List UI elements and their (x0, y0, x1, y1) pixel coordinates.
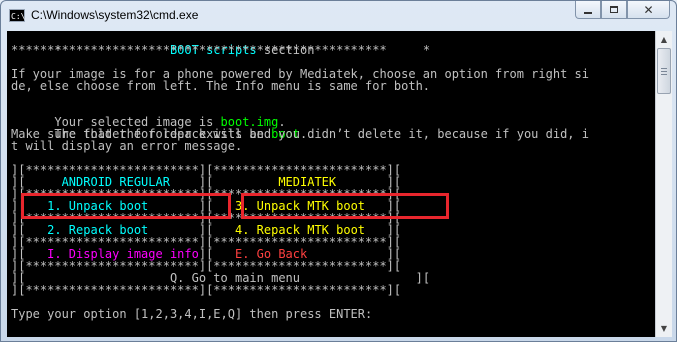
selected-image-line: Your selected image is boot.img. (11, 104, 285, 128)
warning-line-2: t will display an error message. (11, 139, 243, 153)
close-icon: ✕ (643, 2, 654, 17)
scroll-down-icon[interactable]: ▼ (656, 320, 672, 337)
highlight-unpack-mtk-boot (241, 193, 449, 219)
minimize-button[interactable] (575, 1, 601, 19)
scroll-up-icon[interactable]: ▲ (656, 31, 672, 48)
vertical-scrollbar[interactable]: ▲ ▼ (655, 31, 672, 337)
header-line-2: ****************************************… (11, 43, 387, 57)
window-title: C:\Windows\system32\cmd.exe (31, 8, 199, 22)
cmd-app-icon[interactable]: C:\ (9, 9, 25, 22)
maximize-button[interactable] (601, 1, 627, 19)
maximize-icon (610, 6, 618, 13)
console-output[interactable]: * BOOT scripts section * ***************… (7, 31, 655, 337)
close-button[interactable]: ✕ (627, 1, 670, 19)
cmd-window: C:\ C:\Windows\system32\cmd.exe ✕ * BOOT… (0, 0, 677, 342)
caption-buttons: ✕ (575, 1, 670, 20)
highlight-unpack-boot (21, 193, 231, 219)
input-prompt[interactable]: Type your option [1,2,3,4,I,E,Q] then pr… (11, 308, 372, 320)
menu-border-bottom: ][************************][************… (11, 283, 402, 297)
intro-line-2: de, else choose from left. The Info menu… (11, 79, 431, 93)
scroll-thumb[interactable] (657, 48, 671, 94)
minimize-icon (584, 11, 592, 14)
title-bar[interactable]: C:\ C:\Windows\system32\cmd.exe ✕ (1, 1, 676, 31)
